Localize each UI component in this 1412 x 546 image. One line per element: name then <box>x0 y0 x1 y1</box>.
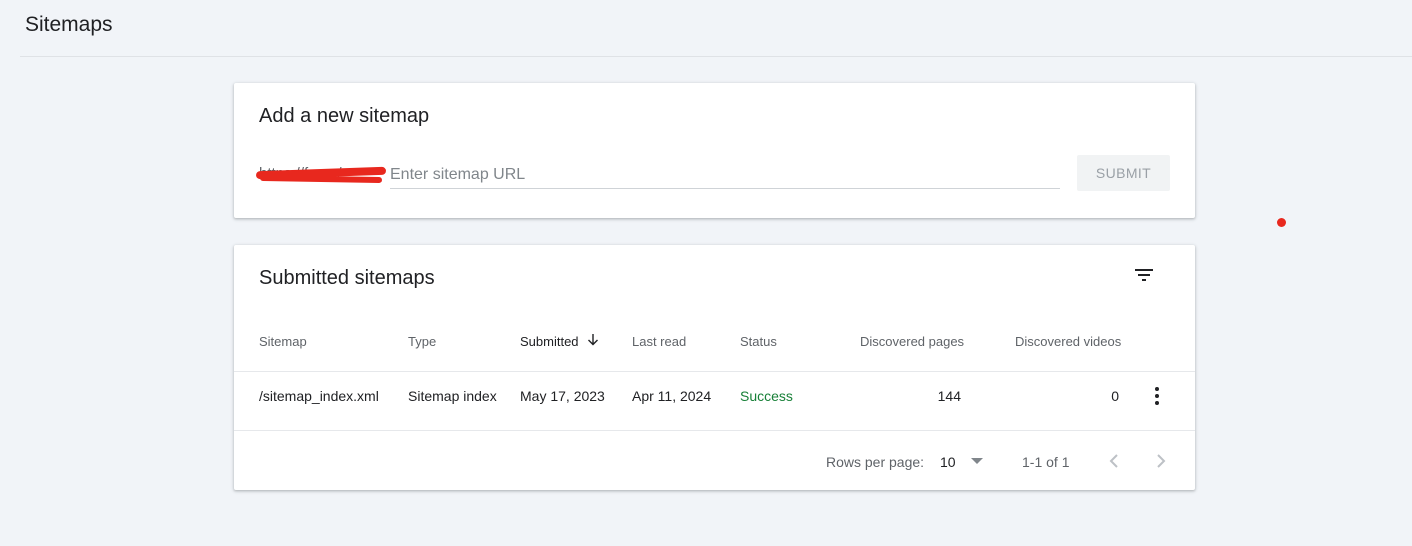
sitemap-url-input[interactable] <box>390 163 1060 189</box>
column-header-discovered-videos[interactable]: Discovered videos <box>1015 334 1121 349</box>
header-row-divider <box>234 371 1195 372</box>
page-header: Sitemaps <box>0 0 1412 57</box>
column-header-type[interactable]: Type <box>408 334 436 349</box>
cell-type: Sitemap index <box>408 388 497 404</box>
cell-last-read: Apr 11, 2024 <box>632 388 712 404</box>
rows-per-page-select[interactable]: 10 <box>940 454 956 470</box>
filter-icon[interactable] <box>1132 263 1156 287</box>
chevron-right-icon[interactable] <box>1149 449 1173 473</box>
cell-status: Success <box>740 388 793 404</box>
column-header-status[interactable]: Status <box>740 334 777 349</box>
submitted-sitemaps-card: Submitted sitemaps Sitemap Type Submitte… <box>234 245 1195 490</box>
more-vert-icon[interactable] <box>1145 384 1169 408</box>
cell-sitemap[interactable]: /sitemap_index.xml <box>259 388 379 404</box>
cell-discovered-pages: 144 <box>937 388 961 404</box>
cell-submitted: May 17, 2023 <box>520 388 605 404</box>
submitted-sitemaps-title: Submitted sitemaps <box>259 267 435 289</box>
column-header-discovered-pages[interactable]: Discovered pages <box>860 334 964 349</box>
sort-arrow-down-icon[interactable] <box>585 332 601 348</box>
dropdown-arrow-icon[interactable] <box>971 458 983 464</box>
annotation-red-dot <box>1277 218 1286 227</box>
submit-button[interactable]: SUBMIT <box>1077 155 1170 191</box>
page-range: 1-1 of 1 <box>1022 454 1070 470</box>
column-header-last-read[interactable]: Last read <box>632 334 686 349</box>
cell-discovered-videos: 0 <box>1111 388 1119 404</box>
chevron-left-icon[interactable] <box>1102 449 1126 473</box>
add-sitemap-card: Add a new sitemap https://f...r.../ SUBM… <box>234 83 1195 218</box>
page-title: Sitemaps <box>25 13 113 36</box>
header-divider <box>20 56 1412 57</box>
row-divider <box>234 430 1195 431</box>
rows-per-page-label: Rows per page: <box>826 454 925 470</box>
column-header-submitted[interactable]: Submitted <box>520 334 579 349</box>
add-sitemap-title: Add a new sitemap <box>259 105 430 127</box>
column-header-sitemap[interactable]: Sitemap <box>259 334 307 349</box>
